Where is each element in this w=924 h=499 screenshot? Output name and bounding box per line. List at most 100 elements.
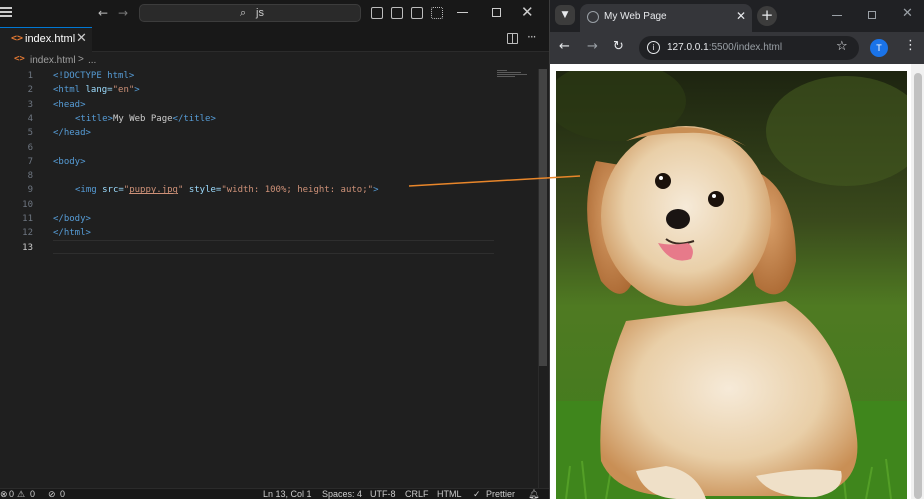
line-number: 5 xyxy=(27,128,33,139)
breadcrumb-file[interactable]: index.html xyxy=(30,55,76,66)
tag-token: <body> xyxy=(53,156,86,167)
src-link-token[interactable]: puppy.jpg xyxy=(129,185,178,195)
toggle-primary-sidebar-icon[interactable] xyxy=(371,7,383,19)
attr-token: src= xyxy=(96,185,124,196)
tag-token: > xyxy=(373,185,379,196)
tag-token: <html xyxy=(53,85,81,96)
customize-layout-icon[interactable] xyxy=(431,7,443,19)
doctype-token: <!DOCTYPE html> xyxy=(53,71,135,81)
line-number: 9 xyxy=(27,185,33,196)
warnings-count[interactable]: 0 xyxy=(30,489,35,499)
browser-tab-strip: ▼ My Web Page ✕ + ✕ xyxy=(550,0,924,32)
toggle-secondary-sidebar-icon[interactable] xyxy=(411,7,423,19)
html-file-icon: <> xyxy=(14,54,25,64)
breadcrumb-more[interactable]: ... xyxy=(88,55,96,66)
bookmark-star-icon[interactable]: ☆ xyxy=(836,39,848,54)
back-arrow-icon[interactable]: ← xyxy=(559,39,570,54)
errors-icon[interactable]: ⊗ xyxy=(0,489,8,499)
line-number: 10 xyxy=(22,199,33,210)
line-number: 4 xyxy=(27,113,33,124)
code-line-3: <head> xyxy=(53,98,86,112)
status-bar: ⊗ 0 ⚠ 0 ⊘ 0 Ln 13, Col 1 Spaces: 4 UTF-8… xyxy=(0,488,549,499)
forward-arrow-icon[interactable]: → xyxy=(116,6,130,20)
reload-icon[interactable]: ↻ xyxy=(613,39,624,54)
url-host: 127.0.0.1 xyxy=(667,42,709,53)
end-of-line[interactable]: CRLF xyxy=(405,489,429,499)
url-path: :5500/index.html xyxy=(708,42,783,53)
line-number: 8 xyxy=(27,171,33,182)
close-tab-icon[interactable]: ✕ xyxy=(736,9,746,23)
browser-tab-title: My Web Page xyxy=(604,11,667,22)
tab-search-icon[interactable]: ▼ xyxy=(555,5,575,25)
back-arrow-icon[interactable]: ← xyxy=(96,6,110,20)
maximize-icon[interactable] xyxy=(492,8,501,17)
string-token: "width: 100%; height: auto;" xyxy=(221,185,374,196)
line-number: 2 xyxy=(27,85,33,96)
language-mode[interactable]: HTML xyxy=(437,489,462,499)
editor-tab-bar: <> index.html ✕ ··· xyxy=(0,27,549,52)
toggle-panel-icon[interactable] xyxy=(391,7,403,19)
vscode-window: ← → ⌕ js ✕ <> index.html ✕ ··· <> index.… xyxy=(0,0,549,499)
tag-token: > xyxy=(134,85,140,96)
string-token: "en" xyxy=(112,85,135,96)
breadcrumb-separator: > xyxy=(78,54,84,65)
line-number: 6 xyxy=(27,142,33,153)
forward-arrow-icon[interactable]: → xyxy=(587,39,598,54)
attr-token: style= xyxy=(183,185,222,196)
code-line-1: <!DOCTYPE html> xyxy=(53,69,134,83)
search-icon: ⌕ xyxy=(240,6,247,19)
line-number: 11 xyxy=(22,214,33,224)
puppy-image xyxy=(556,71,907,499)
errors-count[interactable]: 0 xyxy=(9,489,14,499)
tag-token: </head> xyxy=(53,128,91,139)
encoding[interactable]: UTF-8 xyxy=(370,489,396,499)
close-window-icon[interactable]: ✕ xyxy=(902,6,913,21)
minimap[interactable] xyxy=(497,70,531,84)
code-line-5: </head> xyxy=(53,126,91,140)
url-text[interactable]: 127.0.0.1:5500/index.html xyxy=(667,42,782,53)
line-number-active: 13 xyxy=(22,242,33,253)
browser-toolbar: ← → ↻ i 127.0.0.1:5500/index.html ☆ T ⋮ xyxy=(550,32,924,64)
profile-avatar[interactable]: T xyxy=(870,39,888,57)
tag-token: </html> xyxy=(53,228,91,239)
menu-icon[interactable] xyxy=(0,7,12,21)
breadcrumb: <> index.html > ... xyxy=(0,53,549,69)
cursor-position[interactable]: Ln 13, Col 1 xyxy=(263,489,312,499)
title-bar: ← → ⌕ js ✕ xyxy=(0,0,549,27)
code-line-4: <title>My Web Page</title> xyxy=(75,112,216,126)
close-tab-icon[interactable]: ✕ xyxy=(76,31,87,46)
tag-token: </title> xyxy=(172,113,216,124)
minimize-icon[interactable] xyxy=(832,15,842,16)
notifications-icon[interactable]: 🔔︎ xyxy=(528,489,539,499)
site-info-icon[interactable]: i xyxy=(647,41,660,54)
code-editor[interactable]: 1 2 3 4 5 6 7 8 9 10 11 12 13 <!DOCTYPE … xyxy=(0,69,549,488)
tab-index-html[interactable]: <> index.html ✕ xyxy=(0,27,92,52)
command-center-text: js xyxy=(256,7,264,19)
warning-icon[interactable]: ⚠ xyxy=(17,489,25,499)
ports-count[interactable]: 0 xyxy=(60,489,65,499)
page-scrollbar[interactable] xyxy=(911,64,924,499)
current-line-highlight xyxy=(53,240,494,254)
line-number: 1 xyxy=(27,71,33,81)
prettier-icon[interactable]: ✓ xyxy=(473,489,481,499)
attr-token: lang= xyxy=(80,85,113,96)
ports-icon[interactable]: ⊘ xyxy=(48,489,56,499)
split-editor-icon[interactable] xyxy=(507,33,518,44)
code-line-9: <img src="puppy.jpg" style="width: 100%;… xyxy=(75,183,378,197)
browser-tab[interactable]: My Web Page ✕ xyxy=(580,4,752,32)
prettier-status[interactable]: Prettier xyxy=(486,489,515,499)
more-actions-icon[interactable]: ··· xyxy=(527,30,537,44)
tag-token: </body> xyxy=(53,214,91,224)
tag-token: <img xyxy=(75,185,97,196)
minimize-icon[interactable] xyxy=(457,12,468,13)
maximize-icon[interactable] xyxy=(868,11,876,19)
indentation[interactable]: Spaces: 4 xyxy=(322,489,362,499)
address-bar[interactable]: i 127.0.0.1:5500/index.html ☆ xyxy=(639,36,859,60)
browser-menu-icon[interactable]: ⋮ xyxy=(904,38,917,53)
browser-window: ▼ My Web Page ✕ + ✕ ← → ↻ i 127.0.0.1:55… xyxy=(549,0,924,499)
new-tab-button[interactable]: + xyxy=(757,6,777,26)
editor-scrollbar[interactable] xyxy=(539,69,547,366)
scrollbar-thumb[interactable] xyxy=(914,73,922,499)
command-center-search[interactable]: ⌕ js xyxy=(139,4,361,22)
close-window-icon[interactable]: ✕ xyxy=(521,3,534,21)
